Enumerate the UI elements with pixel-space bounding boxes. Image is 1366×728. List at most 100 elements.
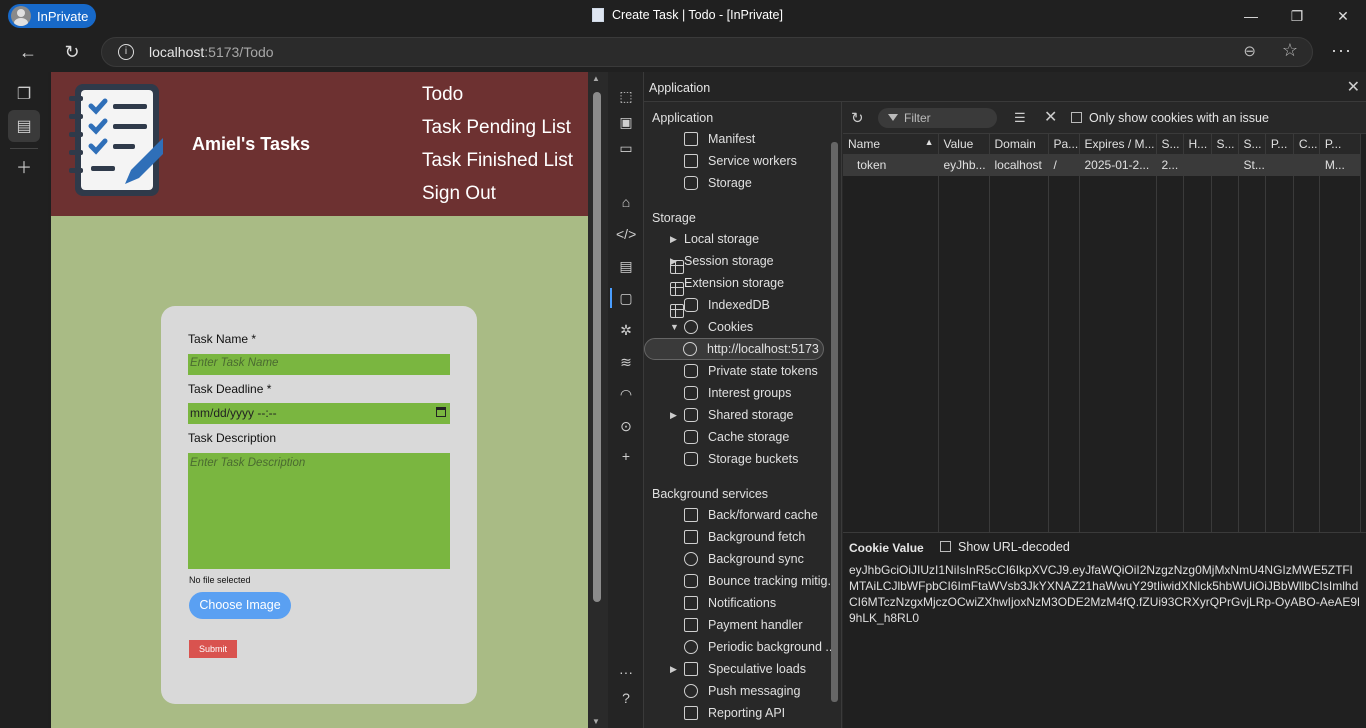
clear-all-icon[interactable]: ☰ — [1014, 110, 1026, 126]
tree-item-notifications[interactable]: Notifications — [670, 592, 841, 614]
application-tree: Application Manifest Service workers Sto… — [644, 102, 842, 728]
tab-actions-icon[interactable]: ❐ — [8, 78, 40, 110]
zoom-icon[interactable]: ⊖ — [1243, 42, 1256, 60]
more-tools-icon[interactable]: + — [616, 446, 636, 466]
delete-selected-icon[interactable]: ✕ — [1044, 107, 1057, 127]
column-header[interactable]: Value — [938, 134, 990, 155]
tree-item-periodic-background[interactable]: Periodic background ... — [670, 636, 841, 658]
nav-task-pending[interactable]: Task Pending List — [422, 115, 573, 148]
application-icon[interactable]: ▢ — [616, 288, 636, 308]
tree-item-cookies[interactable]: ▼ Cookies — [670, 316, 841, 338]
welcome-home-icon[interactable]: ⌂ — [616, 192, 636, 212]
calendar-icon[interactable] — [436, 407, 446, 417]
performance-icon[interactable]: ◠ — [616, 384, 636, 404]
tree-item-reporting-api[interactable]: Reporting API — [670, 702, 841, 724]
tree-item-bfcache[interactable]: Back/forward cache — [670, 504, 841, 526]
column-header[interactable]: H... — [1183, 134, 1212, 155]
choose-image-button[interactable]: Choose Image — [189, 592, 291, 619]
cell-samesite: St... — [1238, 154, 1266, 176]
help-icon[interactable]: ? — [616, 688, 636, 708]
tree-item-interest-groups[interactable]: Interest groups — [670, 382, 841, 404]
site-info-icon[interactable]: i — [118, 44, 134, 60]
tree-item-cache-storage[interactable]: Cache storage — [670, 426, 841, 448]
column-header[interactable]: Name ▲ — [843, 134, 939, 155]
debugger-icon[interactable]: ✲ — [616, 320, 636, 340]
restore-icon[interactable]: ❐ — [1274, 0, 1320, 32]
tree-item-payment-handler[interactable]: Payment handler — [670, 614, 841, 636]
cell-path: / — [1048, 154, 1080, 176]
nav-todo[interactable]: Todo — [422, 82, 573, 115]
url-text[interactable]: localhost:5173/Todo — [149, 44, 274, 60]
column-header[interactable]: P... — [1319, 134, 1361, 155]
tree-item-storage[interactable]: Storage — [670, 172, 841, 194]
more-menu-icon[interactable]: ··· — [1331, 40, 1352, 61]
cookie-value-title: Cookie Value — [849, 541, 924, 555]
tree-item-service-workers[interactable]: Service workers — [670, 150, 841, 172]
task-name-input[interactable]: Enter Task Name — [188, 354, 450, 375]
tree-item-manifest[interactable]: Manifest — [670, 128, 841, 150]
inspect-icon[interactable]: ⬚ — [616, 86, 636, 106]
tree-item-indexeddb[interactable]: IndexedDB — [670, 294, 841, 316]
create-task-form: Task Name * Enter Task Name Task Deadlin… — [161, 306, 477, 704]
column-header[interactable]: S... — [1156, 134, 1184, 155]
tree-item-storage-buckets[interactable]: Storage buckets — [670, 448, 841, 470]
devtools-panel: Application ✕ Application Manifest Servi… — [644, 72, 1366, 728]
inprivate-badge[interactable]: InPrivate — [8, 4, 96, 28]
page-scrollbar[interactable]: ▲ ▼ — [588, 72, 608, 728]
filter-input[interactable]: Filter — [878, 108, 997, 128]
tree-item-bounce-tracking[interactable]: Bounce tracking mitig... — [670, 570, 841, 592]
scroll-down-icon[interactable]: ▼ — [592, 717, 600, 726]
memory-icon[interactable]: ⊙ — [616, 416, 636, 436]
address-bar[interactable]: i localhost:5173/Todo ⊖ ☆ — [101, 37, 1313, 67]
tree-item-shared-storage[interactable]: ▶ Shared storage — [670, 404, 841, 426]
address-toolbar: ← ↻ i localhost:5173/Todo ⊖ ☆ ··· — [0, 32, 1366, 72]
nav-sign-out[interactable]: Sign Out — [422, 181, 573, 214]
elements-icon[interactable]: </> — [616, 224, 636, 244]
task-description-input[interactable]: Enter Task Description — [188, 453, 450, 569]
tree-scrollbar[interactable] — [831, 142, 838, 702]
table-row[interactable]: token eyJhb... localhost / 2025-01-2... … — [843, 154, 1361, 176]
nav-task-finished[interactable]: Task Finished List — [422, 148, 573, 181]
column-header[interactable]: Domain — [989, 134, 1049, 155]
tree-item-speculative-loads[interactable]: ▶ Speculative loads — [670, 658, 841, 680]
network-icon[interactable]: ≋ — [616, 352, 636, 372]
dock-icon[interactable]: ▭ — [616, 138, 636, 158]
more-options-icon[interactable]: ··· — [616, 662, 636, 682]
tree-item-cookie-origin[interactable]: http://localhost:5173 — [644, 338, 824, 360]
task-deadline-input[interactable]: mm/dd/yyyy --:-- — [188, 403, 450, 424]
tree-item-background-sync[interactable]: Background sync — [670, 548, 841, 570]
refresh-cookies-icon[interactable]: ↻ — [851, 109, 864, 127]
only-issue-checkbox[interactable] — [1071, 112, 1082, 123]
column-header[interactable]: C... — [1293, 134, 1320, 155]
column-header[interactable]: Expires / M... — [1079, 134, 1157, 155]
new-tab-icon[interactable]: ＋ — [8, 150, 40, 182]
web-page: Amiel's Tasks Todo Task Pending List Tas… — [51, 72, 588, 728]
column-header[interactable]: P... — [1265, 134, 1294, 155]
device-emulation-icon[interactable]: ▣ — [616, 112, 636, 132]
scroll-up-icon[interactable]: ▲ — [592, 74, 600, 83]
refresh-icon[interactable]: ↻ — [58, 40, 86, 64]
favorite-star-icon[interactable]: ☆ — [1282, 40, 1298, 61]
cookie-value-text[interactable]: eyJhbGciOiJIUzI1NiIsInR5cCI6IkpXVCJ9.eyJ… — [849, 562, 1361, 626]
cloud-icon — [684, 684, 698, 698]
tree-item-private-state-tokens[interactable]: Private state tokens — [670, 360, 841, 382]
column-header[interactable]: S... — [1238, 134, 1266, 155]
tree-item-session-storage[interactable]: ▶ Session storage — [670, 250, 841, 296]
task-list-logo-icon[interactable] — [67, 80, 163, 200]
column-header[interactable]: Pa... — [1048, 134, 1080, 155]
close-window-icon[interactable]: ✕ — [1320, 0, 1366, 32]
tree-item-push-messaging[interactable]: Push messaging — [670, 680, 841, 702]
back-icon[interactable]: ← — [14, 40, 42, 64]
scroll-thumb[interactable] — [593, 92, 601, 602]
tree-item-extension-storage[interactable]: Extension storage — [670, 272, 841, 318]
active-tab-icon[interactable]: ▤ — [8, 110, 40, 142]
show-decoded-checkbox[interactable] — [940, 541, 951, 552]
close-devtools-icon[interactable]: ✕ — [1347, 77, 1360, 97]
submit-button[interactable]: Submit — [189, 640, 237, 658]
cell-name: token — [843, 154, 939, 176]
console-icon[interactable]: ▤ — [616, 256, 636, 276]
tree-item-local-storage[interactable]: ▶ Local storage — [670, 228, 841, 274]
tree-item-background-fetch[interactable]: Background fetch — [670, 526, 841, 548]
column-header[interactable]: S... — [1211, 134, 1239, 155]
minimize-icon[interactable]: — — [1228, 0, 1274, 32]
